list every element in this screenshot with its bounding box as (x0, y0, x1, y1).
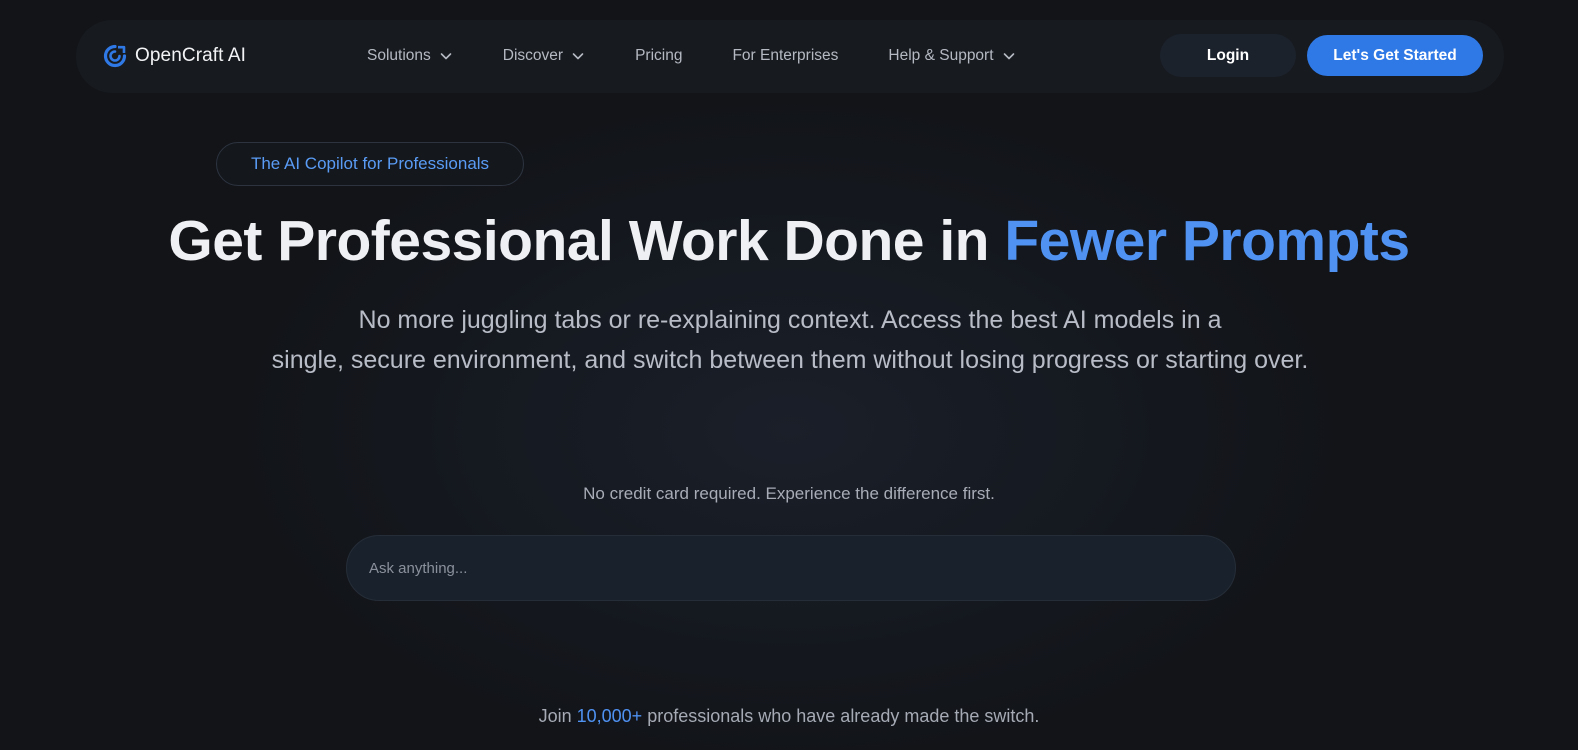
login-button[interactable]: Login (1160, 34, 1296, 77)
chevron-down-icon (440, 53, 452, 60)
nav-item-label: For Enterprises (732, 47, 839, 64)
hero-badge: The AI Copilot for Professionals (216, 142, 524, 186)
hero-subtitle-line: single, secure environment, and switch b… (271, 346, 1309, 374)
social-proof: Join 10,000+ professionals who have alre… (0, 706, 1578, 727)
get-started-button[interactable]: Let's Get Started (1307, 35, 1483, 76)
nav-item-label: Help & Support (888, 47, 994, 64)
hero-subtitle-line: No more juggling tabs or re-explaining c… (358, 306, 1222, 334)
ask-box[interactable] (346, 535, 1236, 601)
nav-item-label: Pricing (635, 47, 683, 64)
main-nav: Solutions Discover Pricing For Enterpris… (367, 44, 1016, 68)
nav-item-solutions[interactable]: Solutions (367, 47, 453, 65)
no-credit-card-note: No credit card required. Experience the … (583, 484, 995, 503)
hero-title-main: Get Professional Work Done in (168, 209, 1005, 273)
join-prefix: Join (538, 706, 577, 726)
brand-link[interactable]: OpenCraft AI (103, 42, 246, 70)
brand-name: OpenCraft AI (135, 45, 247, 66)
join-count: 10,000+ (576, 706, 643, 726)
nav-item-pricing[interactable]: Pricing (635, 47, 682, 65)
nav-item-discover[interactable]: Discover (503, 47, 585, 65)
hero-subtitle: No more juggling tabs or re-explaining c… (180, 300, 1400, 380)
hero-title: Get Professional Work Done in Fewer Prom… (0, 208, 1578, 274)
hero-title-accent: Fewer Prompts (1004, 209, 1410, 273)
top-navbar: OpenCraft AI Solutions Discover Pricing … (76, 20, 1504, 93)
ask-input[interactable] (369, 536, 1209, 600)
join-suffix: professionals who have already made the … (642, 706, 1040, 726)
nav-item-help-support[interactable]: Help & Support (888, 47, 1015, 65)
chevron-down-icon (572, 53, 584, 60)
opencraft-logo-icon (103, 44, 127, 68)
nav-item-for-enterprises[interactable]: For Enterprises (732, 47, 838, 65)
chevron-down-icon (1003, 53, 1014, 60)
nav-item-label: Solutions (367, 47, 431, 64)
nav-item-label: Discover (502, 47, 564, 64)
